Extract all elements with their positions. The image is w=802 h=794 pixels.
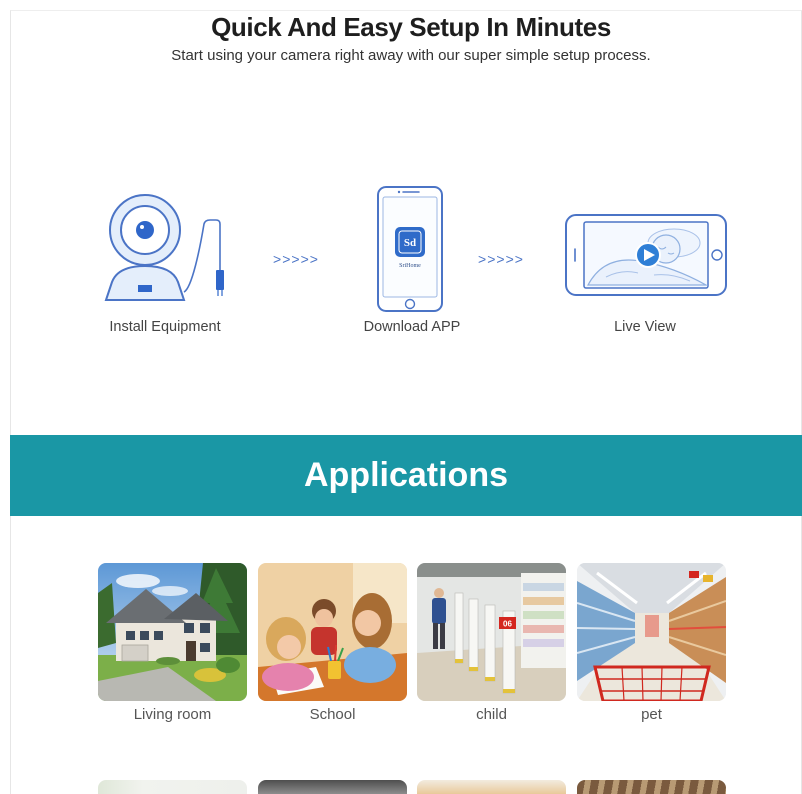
application-tile-row2-2: [258, 780, 407, 794]
page-title: Quick And Easy Setup In Minutes: [211, 12, 611, 42]
camera-base: [104, 264, 186, 301]
app-logo-icon: Sd: [395, 227, 425, 257]
phone-icon: Sd SriHome: [377, 186, 443, 312]
house-photo: [98, 563, 247, 701]
store-photo: 06: [417, 563, 566, 701]
tile-label-school: School: [309, 706, 356, 723]
store-sign-text: 06: [503, 620, 512, 629]
supermarket-illustration: [577, 563, 726, 701]
step-arrow-1: >>>>>: [273, 251, 319, 267]
applications-banner: Applications: [10, 435, 802, 516]
step-label-download-app: Download APP: [363, 319, 461, 335]
supermarket-photo: [577, 563, 726, 701]
play-icon: [635, 242, 661, 268]
app-logo-text: Sd: [404, 237, 416, 249]
camera-head: [109, 194, 181, 266]
store-illustration: 06: [417, 563, 566, 701]
classroom-illustration: [258, 563, 407, 701]
classroom-photo: [258, 563, 407, 701]
app-name: SriHome: [399, 263, 421, 269]
page-subtitle: Start using your camera right away with …: [171, 47, 651, 64]
camera-icon: [104, 194, 224, 301]
house-illustration: [98, 563, 247, 701]
tablet-live-view-icon: [565, 214, 727, 296]
tile-label-child: child: [476, 706, 507, 723]
application-tile-row2-3: [417, 780, 566, 794]
tile-label-pet: pet: [641, 706, 662, 723]
step-label-install-equipment: Install Equipment: [109, 319, 221, 335]
application-tile-row2-4: [577, 780, 726, 794]
application-tile-row2-1: [98, 780, 247, 794]
step-arrow-2: >>>>>: [478, 251, 524, 267]
step-label-live-view: Live View: [614, 319, 676, 335]
tile-label-living-room: Living room: [133, 706, 212, 723]
camera-cable: [183, 219, 224, 296]
applications-title: Applications: [303, 456, 509, 494]
